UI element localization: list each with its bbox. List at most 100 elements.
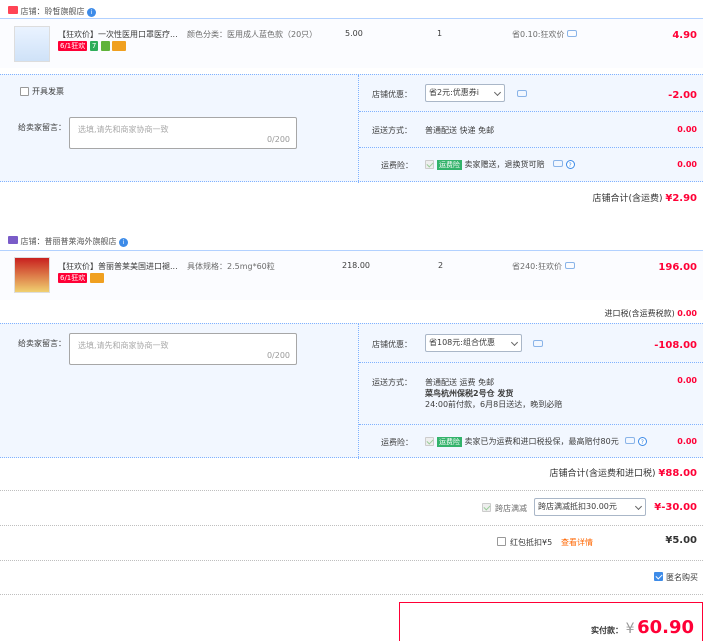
ship-label: 运送方式： <box>372 126 412 135</box>
item-badges: 6/1狂欢 7 <box>58 41 127 51</box>
promo-badge: 6/1狂欢 <box>58 41 88 51</box>
ship-value: 普通配送 快递 免邮 <box>425 126 495 135</box>
item-discount: 省240:狂欢价 <box>512 261 575 272</box>
shop2-name[interactable]: 店铺：普丽普莱海外旗舰店 <box>21 237 117 246</box>
coupon-amount: -2.00 <box>668 90 697 101</box>
red-packet-checkbox[interactable] <box>497 537 506 546</box>
card-icon <box>112 41 127 51</box>
anonymous-label: 匿名购买 <box>666 573 698 582</box>
shop2-header: 店铺：普丽普莱海外旗舰店 i <box>8 236 129 247</box>
pay-label: 实付款： <box>591 626 624 635</box>
red-packet-details-link[interactable]: 查看详情 <box>561 537 593 548</box>
insure-tag: 运费险 <box>437 160 462 170</box>
chevron-down-icon <box>493 88 502 97</box>
insure-label: 运费险： <box>381 161 413 170</box>
coupon-label: 店铺优惠： <box>372 340 412 349</box>
cross-shop-label: 跨店满减 <box>495 504 527 513</box>
ship-details: 普通配送 运费 免邮 菜鸟杭州保税2号仓 发货 24:00前付款，6月8日送达，… <box>425 377 562 410</box>
pay-total: 实付款： ¥ 60.90 <box>591 617 694 638</box>
item-subtotal: 4.90 <box>672 30 697 41</box>
divider <box>359 362 703 363</box>
chevron-down-icon <box>510 338 519 347</box>
memo-input[interactable]: 选填,请先和商家协商一致 0/200 <box>69 333 297 365</box>
red-packet-label: 红包抵扣¥5 <box>510 538 553 547</box>
divider <box>0 490 703 491</box>
coupon-select[interactable]: 省2元:优惠券i <box>425 84 505 102</box>
item-qty: 1 <box>437 29 443 38</box>
ship-eta: 24:00前付款，6月8日送达，晚到必赔 <box>425 400 563 409</box>
shop-tag-icon <box>8 236 18 244</box>
coupon-label: 店铺优惠： <box>372 90 412 99</box>
insure-checkbox <box>425 160 434 169</box>
shop-tag-icon <box>8 6 18 14</box>
divider <box>359 147 703 148</box>
chat-icon[interactable] <box>553 160 564 167</box>
info-icon[interactable]: i <box>119 238 129 247</box>
insure-checkbox <box>425 437 434 446</box>
item-price: 218.00 <box>342 261 370 270</box>
item-price: 5.00 <box>345 29 363 38</box>
memo-label: 给卖家留言： <box>18 339 66 348</box>
insure-tag: 运费险 <box>437 437 462 447</box>
cross-shop-checkbox <box>482 503 491 512</box>
import-tax: 进口税(含运费税款) 0.00 <box>604 309 697 318</box>
product-image[interactable] <box>14 257 50 293</box>
shop1-order-options: 开具发票 给卖家留言： 选填,请先和商家协商一致 0/200 店铺优惠： 省2元… <box>0 74 703 183</box>
shop2-total: 店铺合计(含运费和进口税) ¥88.00 <box>549 468 698 479</box>
help-icon[interactable]: ? <box>637 437 647 446</box>
insure-label: 运费险： <box>381 438 413 447</box>
memo-input[interactable]: 选填,请先和商家协商一致 0/200 <box>69 117 297 149</box>
pay-box: 实付款： ¥ 60.90 <box>399 602 703 641</box>
item-spec: 颜色分类：医用成人蓝色款（20只） <box>187 30 318 39</box>
coupon-amount: -108.00 <box>654 340 697 351</box>
shop1-header: 店铺：聆皙旗舰店 i <box>8 6 97 17</box>
anonymous-checkbox[interactable] <box>654 572 663 581</box>
chat-icon[interactable] <box>533 340 543 347</box>
seven-day-badge: 7 <box>89 41 99 51</box>
pay-currency: ¥ <box>625 621 635 637</box>
insure-amount: 0.00 <box>677 160 697 169</box>
divider <box>0 594 703 595</box>
chat-icon[interactable] <box>517 90 527 97</box>
item-title[interactable]: 【狂欢价】普丽普莱美国进口褪... <box>58 261 183 272</box>
chat-icon[interactable] <box>564 262 575 269</box>
chat-icon[interactable] <box>567 30 578 37</box>
shop1-total: 店铺合计(含运费) ¥2.90 <box>592 193 697 204</box>
product-image[interactable] <box>14 26 50 62</box>
invoice-label: 开具发票 <box>32 87 64 96</box>
item-title[interactable]: 【狂欢价】一次性医用口罩医疗... <box>58 29 183 40</box>
item-discount: 省0.10:狂欢价 <box>512 29 578 40</box>
item-qty: 2 <box>438 261 444 270</box>
insure-text: 卖家赠送，退换货可赔 <box>464 160 545 169</box>
shop2-order-options: 给卖家留言： 选填,请先和商家协商一致 0/200 店铺优惠： 省108元:组合… <box>0 323 703 459</box>
cross-shop-select[interactable]: 跨店满减抵扣30.00元 <box>534 498 646 516</box>
memo-label: 给卖家留言： <box>18 123 66 132</box>
red-packet-amount: ¥5.00 <box>665 535 697 546</box>
cross-shop-amount: ¥-30.00 <box>654 502 697 513</box>
shop1-item-row: 【狂欢价】一次性医用口罩医疗... 6/1狂欢 7 颜色分类：医用成人蓝色款（2… <box>0 18 703 68</box>
item-badges: 6/1狂欢 <box>58 273 104 283</box>
ship-value: 普通配送 运费 免邮 <box>425 378 495 387</box>
item-spec: 具体规格：2.5mg*60粒 <box>187 262 275 271</box>
coupon-select[interactable]: 省108元:组合优惠 <box>425 334 522 352</box>
divider <box>359 424 703 425</box>
ship-label: 运送方式： <box>372 378 412 387</box>
card-icon <box>89 273 104 283</box>
ship-amount: 0.00 <box>677 125 697 134</box>
divider <box>0 560 703 561</box>
help-icon[interactable]: ? <box>565 160 575 169</box>
promo-badge: 6/1狂欢 <box>58 273 88 283</box>
invoice-checkbox[interactable] <box>20 87 29 96</box>
insure-info: 运费险 卖家赠送，退换货可赔 ? <box>437 159 575 170</box>
info-icon[interactable]: i <box>87 8 97 17</box>
insure-info: 运费险 卖家已为运费和进口税投保，最高赔付80元 ? <box>437 436 647 447</box>
shop1-name[interactable]: 店铺：聆皙旗舰店 <box>21 7 85 16</box>
chat-icon[interactable] <box>625 437 636 444</box>
guarantee-icon <box>100 41 110 51</box>
divider <box>0 525 703 526</box>
item-subtotal: 196.00 <box>658 262 697 273</box>
insure-text: 卖家已为运费和进口税投保，最高赔付80元 <box>464 437 619 446</box>
ship-amount: 0.00 <box>677 376 697 385</box>
divider <box>359 111 703 112</box>
insure-amount: 0.00 <box>677 437 697 446</box>
